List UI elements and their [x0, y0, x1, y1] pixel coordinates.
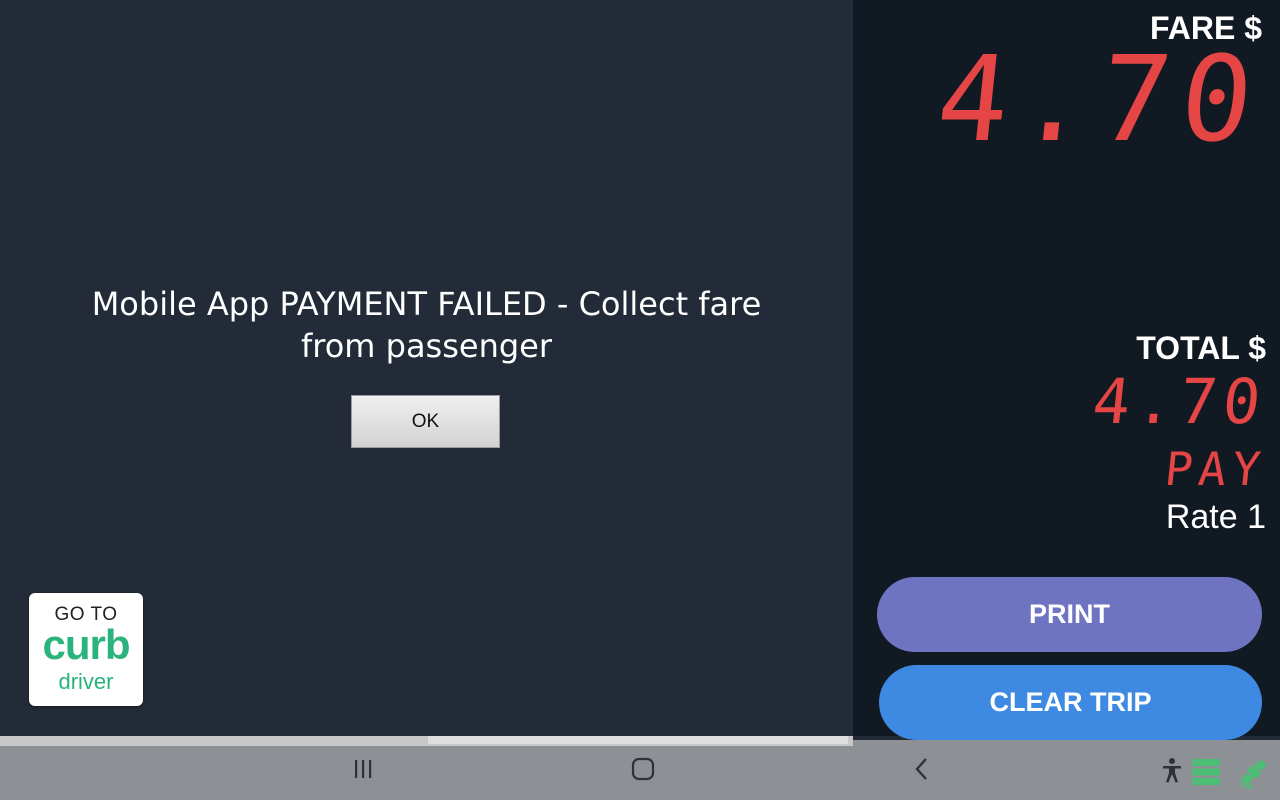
payment-failed-message: Mobile App PAYMENT FAILED - Collect fare… [91, 285, 762, 365]
total-value: 4.70 [1088, 365, 1270, 438]
curb-logo: curb [42, 621, 130, 668]
home-icon[interactable] [628, 754, 658, 784]
back-icon[interactable] [907, 754, 937, 784]
server-icon [1190, 756, 1222, 788]
pay-status: PAY [1162, 442, 1269, 496]
curb-driver-label: driver [58, 669, 114, 694]
recent-apps-icon[interactable] [348, 754, 378, 784]
satellite-icon [1236, 754, 1272, 790]
scroll-thumb[interactable] [428, 736, 848, 744]
rate-label: Rate 1 [1165, 498, 1266, 536]
accessibility-icon [1160, 756, 1184, 784]
total-label: TOTAL $ [1136, 330, 1266, 366]
print-button[interactable]: PRINT [877, 577, 1262, 652]
fare-value: 4.70 [930, 30, 1270, 168]
go-to-curb-driver-button[interactable]: GO TO curb driver [29, 593, 143, 706]
clear-trip-button[interactable]: CLEAR TRIP [879, 665, 1262, 740]
ok-button[interactable]: OK [351, 395, 500, 448]
